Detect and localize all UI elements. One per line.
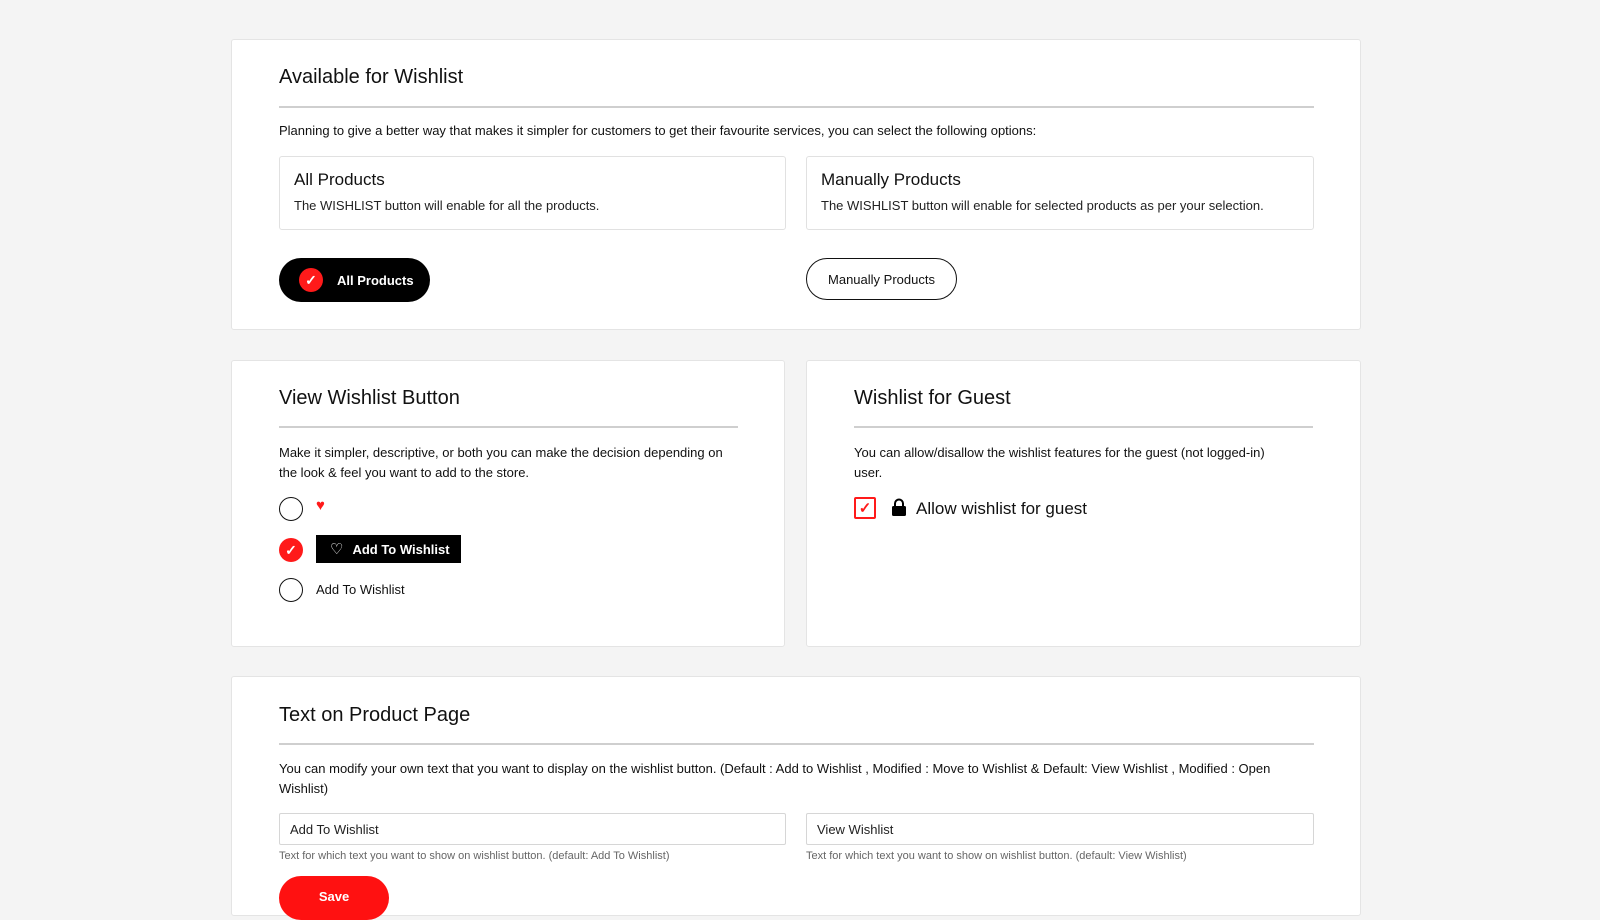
view-wishlist-help-text: Text for which text you want to show on … bbox=[806, 850, 1187, 862]
option-all-products-description: The WISHLIST button will enable for all … bbox=[294, 198, 600, 213]
save-button[interactable]: Save bbox=[279, 876, 389, 920]
all-products-button-label: All Products bbox=[337, 272, 414, 288]
availability-title: Available for Wishlist bbox=[279, 66, 464, 88]
save-button-label: Save bbox=[318, 889, 350, 904]
guest-title: Wishlist for Guest bbox=[854, 387, 1011, 409]
heart-outline-icon: ♡ bbox=[330, 541, 344, 558]
heart-icon: ♥ bbox=[316, 497, 325, 514]
guest-divider bbox=[854, 426, 1313, 428]
allow-guest-label: Allow wishlist for guest bbox=[916, 499, 1088, 518]
view-button-title: View Wishlist Button bbox=[279, 387, 460, 409]
check-icon: ✓ bbox=[299, 268, 323, 292]
manually-products-button-label: Manually Products bbox=[828, 271, 935, 287]
manually-products-button[interactable]: Manually Products bbox=[806, 258, 957, 300]
add-to-wishlist-text-input[interactable] bbox=[279, 813, 786, 845]
option-manual-products[interactable]: Manually Products The WISHLIST button wi… bbox=[806, 156, 1314, 230]
add-to-wishlist-help-text: Text for which text you want to show on … bbox=[279, 850, 670, 862]
guest-card: Wishlist for Guest You can allow/disallo… bbox=[806, 360, 1361, 647]
lock-icon bbox=[892, 498, 906, 516]
product-text-description: You can modify your own text that you wa… bbox=[279, 761, 1271, 796]
text-only-preview-label: Add To Wishlist bbox=[316, 582, 405, 597]
view-wishlist-text-input[interactable] bbox=[806, 813, 1314, 845]
style-icon-only-radio[interactable] bbox=[279, 497, 303, 521]
view-button-divider bbox=[279, 426, 738, 428]
view-button-card: View Wishlist Button Make it simpler, de… bbox=[231, 360, 785, 647]
view-button-description: Make it simpler, descriptive, or both yo… bbox=[279, 445, 723, 480]
guest-description: You can allow/disallow the wishlist feat… bbox=[854, 445, 1265, 480]
product-text-divider bbox=[279, 743, 1314, 745]
add-to-wishlist-preview-button[interactable]: ♡ Add To Wishlist bbox=[316, 535, 461, 563]
availability-card: Available for Wishlist Planning to give … bbox=[231, 39, 1361, 330]
allow-guest-checkbox[interactable]: ✓ bbox=[854, 497, 876, 519]
product-text-card: Text on Product Page You can modify your… bbox=[231, 676, 1361, 920]
add-to-wishlist-preview-label: Add To Wishlist bbox=[352, 541, 450, 557]
option-manual-products-title: Manually Products bbox=[821, 170, 961, 189]
option-manual-products-description: The WISHLIST button will enable for sele… bbox=[821, 198, 1264, 213]
option-all-products[interactable]: All Products The WISHLIST button will en… bbox=[279, 156, 786, 230]
availability-description: Planning to give a better way that makes… bbox=[279, 123, 1037, 138]
all-products-button[interactable]: ✓ All Products bbox=[279, 258, 430, 302]
style-text-only-radio[interactable] bbox=[279, 578, 303, 602]
style-icon-text-radio[interactable]: ✓ bbox=[279, 538, 303, 562]
product-text-title: Text on Product Page bbox=[279, 704, 471, 726]
option-all-products-title: All Products bbox=[294, 170, 385, 189]
availability-divider bbox=[279, 106, 1314, 108]
